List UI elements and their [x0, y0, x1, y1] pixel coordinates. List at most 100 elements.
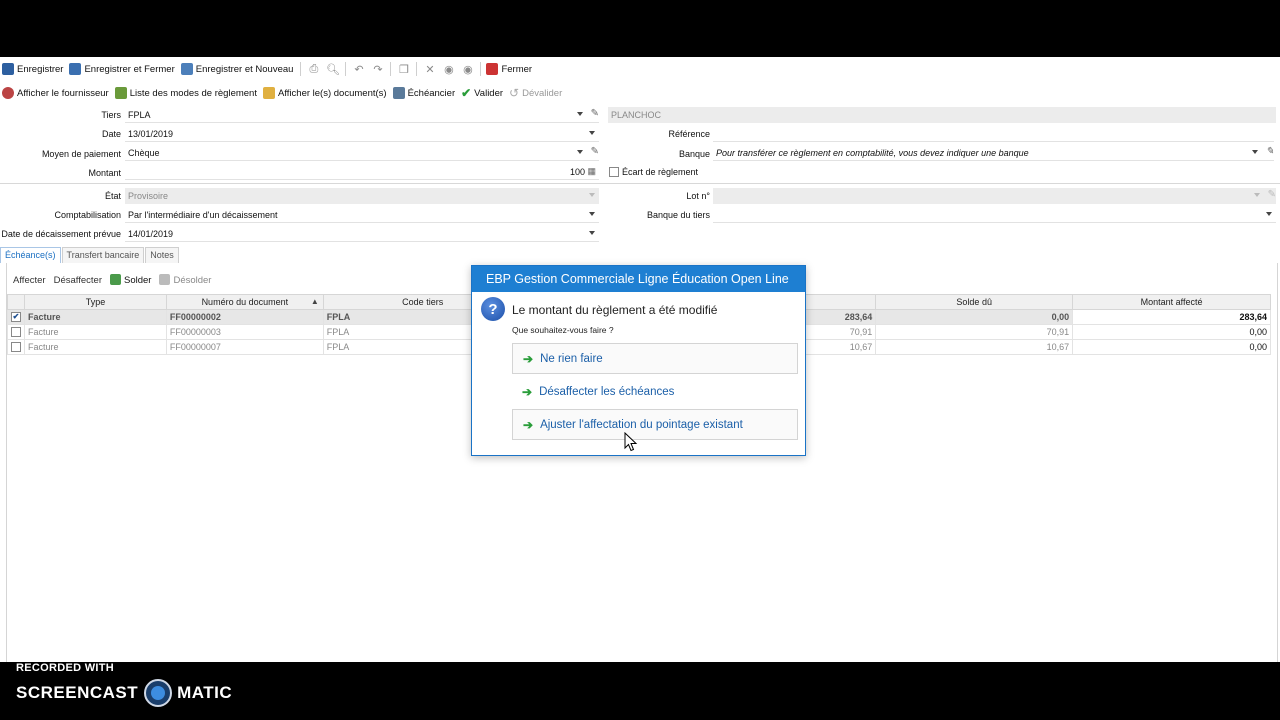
save-new-icon: [180, 63, 193, 75]
close-button[interactable]: Fermer: [486, 59, 532, 79]
screencast-logo-icon: [144, 679, 173, 707]
chevron-down-icon[interactable]: [1266, 212, 1272, 216]
calendar-icon: [392, 87, 405, 99]
due-cell: 0,00: [875, 309, 1074, 325]
watermark-right-text: MATIC: [177, 683, 233, 702]
tab-notes[interactable]: Notes: [145, 247, 179, 263]
amount-label: Montant: [88, 168, 121, 178]
assigned-cell[interactable]: 283,64: [1072, 309, 1271, 325]
column-header-type[interactable]: Type: [24, 294, 167, 310]
print-icon[interactable]: ⎙: [306, 62, 321, 77]
chevron-down-icon[interactable]: [577, 112, 583, 116]
row-checkbox[interactable]: [11, 342, 21, 353]
payment-means-label: Moyen de paiement: [41, 149, 121, 159]
section-divider: [0, 183, 1280, 184]
settle-button[interactable]: Solder: [109, 274, 151, 286]
tiers-field[interactable]: FPLA ✎: [125, 107, 599, 123]
chevron-down-icon[interactable]: [1252, 150, 1258, 154]
tiers-bank-label: Banque du tiers: [646, 210, 710, 220]
unassign-button[interactable]: Désaffecter: [54, 275, 102, 286]
row-checkbox-cell[interactable]: [7, 324, 25, 340]
show-supplier-button[interactable]: Afficher le fournisseur: [2, 83, 109, 103]
payment-means-field[interactable]: Chèque ✎: [125, 145, 599, 161]
reference-label: Référence: [668, 129, 710, 139]
undo-icon[interactable]: ↶: [351, 62, 366, 77]
disbursement-date-field[interactable]: 14/01/2019: [125, 226, 599, 242]
assigned-cell[interactable]: 0,00: [1072, 339, 1271, 355]
edit-pencil-icon[interactable]: ✎: [591, 146, 599, 157]
arrow-right-icon: ➔: [522, 384, 533, 399]
arrow-right-icon: ➔: [523, 417, 534, 432]
tab-bank-transfer[interactable]: Transfert bancaire: [61, 247, 145, 263]
assigned-cell[interactable]: 0,00: [1072, 324, 1271, 340]
floppy-disk-icon: [2, 63, 14, 75]
unsettle-button[interactable]: Désolder: [159, 274, 211, 286]
row-checkbox-cell[interactable]: ✔: [7, 309, 25, 325]
column-header-assigned[interactable]: Montant affecté: [1072, 294, 1271, 310]
watermark-left-text: SCREENCAST: [16, 683, 139, 702]
date-field[interactable]: 13/01/2019: [125, 126, 599, 142]
dialog-message: Le montant du règlement a été modifié: [512, 303, 718, 317]
schedule-button[interactable]: Échéancier: [392, 83, 455, 103]
dialog-title: EBP Gestion Commerciale Ligne Éducation …: [472, 266, 805, 292]
option-unassign-schedules-button[interactable]: ➔ Désaffecter les échéances: [512, 376, 798, 407]
bank-field[interactable]: Pour transférer ce règlement en comptabi…: [713, 145, 1274, 161]
save-new-button[interactable]: Enregistrer et Nouveau: [180, 59, 293, 79]
last-record-icon[interactable]: ◉: [460, 62, 475, 77]
amount-field[interactable]: 100 ▦: [125, 164, 599, 180]
unvalidate-button[interactable]: ↺ Dévalider: [509, 83, 562, 103]
close-window-icon: [486, 63, 499, 75]
edit-pencil-icon[interactable]: ✎: [591, 108, 599, 119]
first-record-icon[interactable]: ◉: [441, 62, 456, 77]
option-do-nothing-button[interactable]: ➔ Ne rien faire: [512, 343, 798, 374]
column-header-number[interactable]: Numéro du document ▲: [165, 294, 324, 310]
schedule-subtoolbar: Affecter Désaffecter Solder Désolder: [13, 274, 219, 286]
due-cell: 70,91: [875, 324, 1074, 340]
print-preview-icon[interactable]: 🔍︎: [325, 62, 340, 77]
chevron-down-icon: [1254, 193, 1260, 197]
dialog-question: Que souhaitez-vous faire ?: [512, 325, 614, 335]
chevron-down-icon[interactable]: [589, 212, 595, 216]
question-icon: ?: [481, 297, 505, 321]
show-documents-button[interactable]: Afficher le(s) document(s): [262, 83, 387, 103]
edit-pencil-icon[interactable]: ✎: [1266, 146, 1274, 157]
money-icon: [109, 274, 121, 285]
chevron-down-icon[interactable]: [589, 231, 595, 235]
delete-icon[interactable]: ✕: [422, 62, 437, 77]
tab-bar: Échéance(s) Transfert bancaire Notes: [0, 247, 180, 263]
column-header-due[interactable]: Solde dû: [875, 294, 1074, 310]
money-disabled-icon: [159, 274, 171, 285]
chevron-down-icon[interactable]: [589, 131, 595, 135]
validate-button[interactable]: ✔ Valider: [461, 83, 503, 103]
calculator-icon[interactable]: ▦: [587, 166, 596, 177]
screencast-watermark: RECORDED WITH SCREENCAST MATIC: [16, 662, 232, 707]
gap-checkbox-row[interactable]: Écart de règlement: [609, 167, 698, 177]
reference-field[interactable]: [713, 126, 1274, 142]
tiers-bank-field[interactable]: [713, 207, 1276, 223]
row-checkbox[interactable]: [11, 327, 21, 338]
tiers-name-field: PLANCHOC: [608, 107, 1276, 123]
payment-modes-button[interactable]: Liste des modes de règlement: [114, 83, 257, 103]
secondary-toolbar: Afficher le fournisseur Liste des modes …: [0, 81, 568, 105]
toolbar-separator: [300, 62, 302, 76]
save-button[interactable]: Enregistrer: [2, 59, 63, 79]
redo-icon[interactable]: ↷: [370, 62, 385, 77]
lot-label: Lot n°: [686, 191, 710, 201]
list-icon: [114, 87, 127, 99]
copy-icon[interactable]: ❐: [396, 62, 411, 77]
state-label: État: [104, 191, 121, 201]
gap-checkbox[interactable]: [609, 167, 619, 177]
type-cell: Facture: [24, 339, 167, 355]
column-header-select[interactable]: [7, 294, 25, 310]
watermark-brand: SCREENCAST MATIC: [16, 679, 232, 707]
row-checkbox-checked[interactable]: ✔: [11, 312, 21, 323]
tab-schedules[interactable]: Échéance(s): [0, 247, 61, 263]
assign-button[interactable]: Affecter: [13, 275, 46, 286]
save-close-button[interactable]: Enregistrer et Fermer: [69, 59, 175, 79]
lot-field: ✎: [713, 188, 1276, 204]
option-adjust-assignment-button[interactable]: ➔ Ajuster l'affectation du pointage exis…: [512, 409, 798, 440]
row-checkbox-cell[interactable]: [7, 339, 25, 355]
tiers-label: Tiers: [101, 110, 121, 120]
chevron-down-icon[interactable]: [577, 150, 583, 154]
accounting-field[interactable]: Par l'intermédiaire d'un décaissement: [125, 207, 599, 223]
